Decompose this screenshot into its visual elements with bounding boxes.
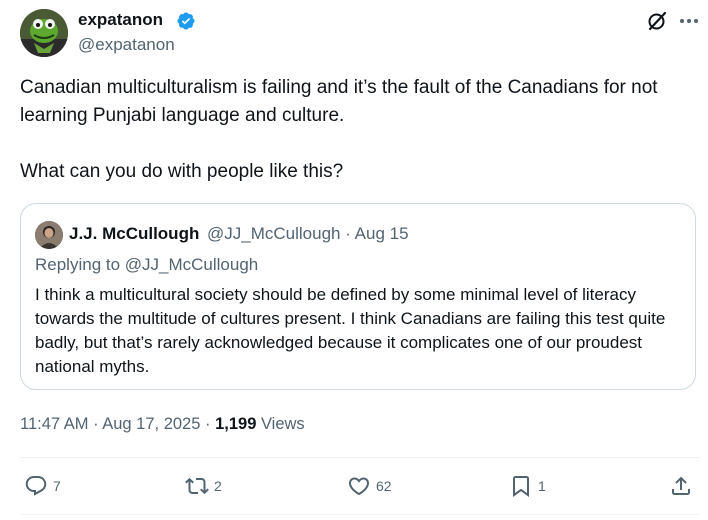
like-button[interactable]: 62 <box>347 474 392 498</box>
bookmark-icon <box>513 476 529 497</box>
divider <box>20 514 700 515</box>
kermit-avatar-image <box>20 9 68 57</box>
views-label: Views <box>256 415 305 433</box>
verified-badge-icon <box>177 12 195 30</box>
reply-button[interactable]: 7 <box>24 474 61 498</box>
repost-button[interactable]: 2 <box>185 474 222 498</box>
views-count: 1,199 <box>215 415 257 433</box>
share-button[interactable] <box>669 474 693 498</box>
quoted-tweet-card[interactable]: J.J. McCullough @JJ_McCullough · Aug 15 … <box>20 203 696 390</box>
person-avatar-image <box>35 221 63 249</box>
tweet-paragraph: What can you do with people like this? <box>20 161 344 182</box>
more-options-icon[interactable] <box>677 9 701 33</box>
divider <box>20 457 700 458</box>
tweet-timestamp[interactable]: 11:47 AM · Aug 17, 2025 · <box>20 415 215 433</box>
reply-count: 7 <box>53 478 61 494</box>
author-handle[interactable]: @expatanon <box>78 35 175 55</box>
quoted-author-handle-date[interactable]: @JJ_McCullough · Aug 15 <box>207 224 409 244</box>
repost-icon <box>185 477 209 495</box>
heart-icon <box>348 477 370 496</box>
share-icon <box>672 476 690 495</box>
repost-count: 2 <box>214 478 222 494</box>
tweet-paragraph: Canadian multiculturalism is failing and… <box>20 77 658 126</box>
bookmark-button[interactable]: 1 <box>509 474 546 498</box>
grok-icon[interactable] <box>645 9 669 33</box>
quoted-replying-to[interactable]: Replying to @JJ_McCullough <box>35 255 258 275</box>
action-bar: 7 2 62 1 <box>20 470 700 506</box>
author-display-name[interactable]: expatanon <box>78 10 163 30</box>
reply-icon <box>25 476 47 496</box>
author-avatar[interactable] <box>20 9 68 57</box>
tweet-meta: 11:47 AM · Aug 17, 2025 · 1,199 Views <box>20 415 305 434</box>
like-count: 62 <box>376 478 392 494</box>
bookmark-count: 1 <box>538 478 546 494</box>
quoted-author-avatar[interactable] <box>35 221 63 249</box>
quoted-tweet-text: I think a multicultural society should b… <box>35 285 666 376</box>
tweet-text: Canadian multiculturalism is failing and… <box>20 74 700 186</box>
quoted-author-name[interactable]: J.J. McCullough <box>69 224 199 244</box>
